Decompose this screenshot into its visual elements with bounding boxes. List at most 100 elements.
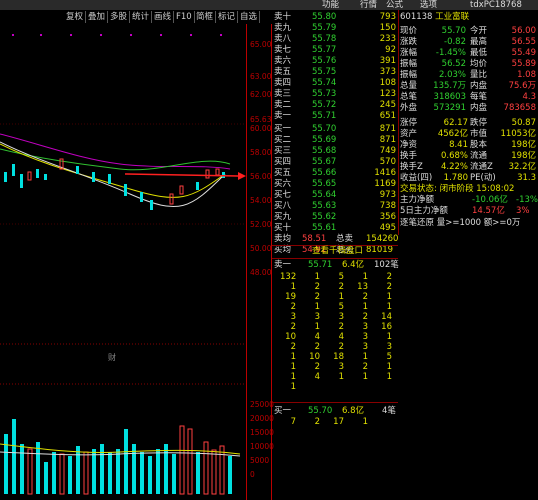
quote-key2: 内盘 [470, 103, 488, 113]
queue-cell [376, 417, 392, 428]
buy-volume: 495 [379, 223, 396, 233]
buy-label: 买一 [274, 124, 292, 134]
quote-key: 总笔 [400, 92, 418, 102]
quote-value: 2.03% [438, 70, 466, 80]
menu-options[interactable]: 选项 [420, 0, 437, 10]
depth-button[interactable]: 查看千档盘口 [312, 246, 363, 257]
quote-key2: 最高 [470, 37, 488, 47]
sell-volume: 651 [379, 111, 396, 121]
buy-volume: 749 [379, 146, 396, 156]
menu-quote[interactable]: 行情 [360, 0, 377, 10]
tool-fuquan[interactable]: 复权 [64, 11, 87, 23]
buy-label: 买三 [274, 146, 292, 156]
quote-key2: 每笔 [470, 92, 488, 102]
buy-price: 55.64 [312, 190, 337, 200]
sell-price: 55.71 [312, 111, 337, 121]
buy-price: 55.70 [312, 124, 337, 134]
buy-label: 买六 [274, 179, 292, 189]
tool-draw[interactable]: 画线 [152, 11, 175, 23]
quote-value: 573291 [433, 103, 466, 113]
sell-volume: 123 [379, 89, 396, 99]
buy-price: 55.69 [312, 135, 337, 145]
sell-volume: 373 [379, 67, 396, 77]
sell-label: 卖八 [274, 34, 292, 44]
tool-f10[interactable]: F10 [174, 11, 195, 23]
quote-value2: 56.55 [511, 37, 536, 47]
tool-overlay[interactable]: 叠加 [86, 11, 109, 23]
volume-bars [4, 419, 232, 495]
queue-cell: 1 [362, 417, 368, 427]
buy-label: 买十 [274, 223, 292, 233]
quote-value2: 55.89 [511, 59, 536, 69]
quote-key: 涨跌 [400, 37, 418, 47]
sell-label: 卖十 [274, 12, 292, 22]
ma-lines [0, 133, 231, 208]
fund-key2: 股本 [470, 140, 488, 150]
sell-label: 卖五 [274, 67, 292, 77]
sell-price: 55.77 [312, 45, 337, 55]
quote-value2: 783658 [503, 103, 536, 113]
grid-lines [0, 123, 246, 385]
sell-price: 55.76 [312, 56, 337, 66]
menu-formula[interactable]: 公式 [386, 0, 403, 10]
quote-key: 外盘 [400, 103, 418, 113]
tick-header[interactable]: 逐笔还原 量>=1000 额>=0万 [400, 218, 520, 229]
queue-cell: 2 [314, 417, 320, 427]
buy-price: 55.66 [312, 168, 337, 178]
purple-dots [12, 34, 222, 36]
buy-volume: 871 [379, 135, 396, 145]
quote-value: -1.45% [435, 48, 466, 58]
sell-label: 卖一 [274, 111, 292, 121]
buy-label: 买九 [274, 212, 292, 222]
sell-volume: 108 [379, 78, 396, 88]
sell-label: 卖四 [274, 78, 292, 88]
tool-stats[interactable]: 统计 [130, 11, 153, 23]
main-flow: 主力净额 -10.06亿 -13% [400, 195, 538, 205]
menu-account: tdxPC18768 [470, 0, 522, 10]
fund-key: 净资 [400, 140, 418, 150]
queue-cell: 17 [333, 417, 344, 427]
tool-watchlist[interactable]: 自选 [238, 11, 261, 23]
tool-multi[interactable]: 多股 [108, 11, 131, 23]
fund-key2: 流通 [470, 151, 488, 161]
menu-function[interactable]: 功能 [322, 0, 339, 10]
buy-label: 买五 [274, 168, 292, 178]
quote-key2: 今开 [470, 26, 488, 36]
sell-volume: 233 [379, 34, 396, 44]
sell-price: 55.75 [312, 67, 337, 77]
fund-key: 资产 [400, 129, 418, 139]
sell-label: 卖六 [274, 56, 292, 66]
queue-cell: 1 [290, 382, 296, 392]
buy-volume: 1169 [374, 179, 396, 189]
fund-key2: 市值 [470, 129, 488, 139]
queue-cell [352, 382, 368, 393]
stock-title: 601138 工业富联 [400, 12, 470, 22]
fund-value2: 11053亿 [500, 129, 536, 139]
queue-cell [376, 382, 392, 393]
sell-label: 卖九 [274, 23, 292, 33]
quote-value2: 56.00 [511, 26, 536, 36]
fund-key: 换手 [400, 151, 418, 161]
total-label: 总卖 [336, 234, 354, 244]
fund-value2: 50.87 [511, 118, 536, 128]
quote-key2: 内盘 [470, 81, 488, 91]
sell-volume: 245 [379, 100, 396, 110]
kline-chart[interactable]: 财 [0, 24, 246, 500]
sell-volume: 92 [385, 45, 396, 55]
tool-simple[interactable]: 简框 [194, 11, 217, 23]
right-panel: 卖十 55.80 793 卖九 55.79 150 卖八 55.78 233 卖七 55.77 92 卖… [272, 10, 538, 500]
tool-mark[interactable]: 标记 [216, 11, 239, 23]
buy-volume: 973 [379, 190, 396, 200]
sell-volume: 793 [379, 12, 396, 22]
fund-key2: PE(动) [470, 173, 496, 183]
buy-price: 55.68 [312, 146, 337, 156]
sell-price: 55.78 [312, 34, 337, 44]
sell1-line: 卖一 55.71 6.4亿 102笔 [274, 260, 399, 270]
fund-key: 换手Z [400, 162, 423, 172]
quote-value2: 75.6万 [508, 81, 536, 91]
fund-value: 4.22% [440, 162, 468, 172]
buy-volume: 871 [379, 124, 396, 134]
main-flow-5d: 5日主力净额 14.57亿 3% [400, 206, 530, 216]
quote-key2: 量比 [470, 70, 488, 80]
buy-price: 55.61 [312, 223, 337, 233]
